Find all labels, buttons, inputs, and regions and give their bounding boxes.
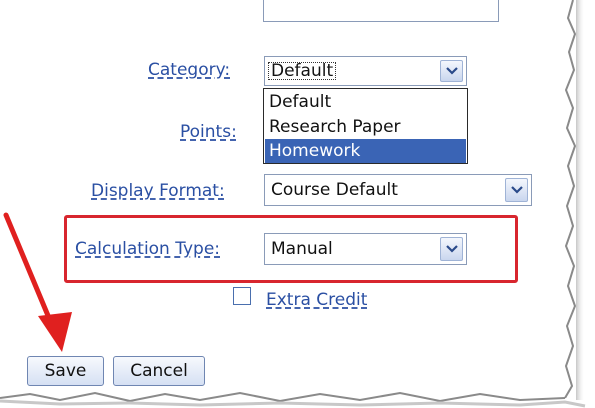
red-arrow-icon <box>3 212 72 352</box>
